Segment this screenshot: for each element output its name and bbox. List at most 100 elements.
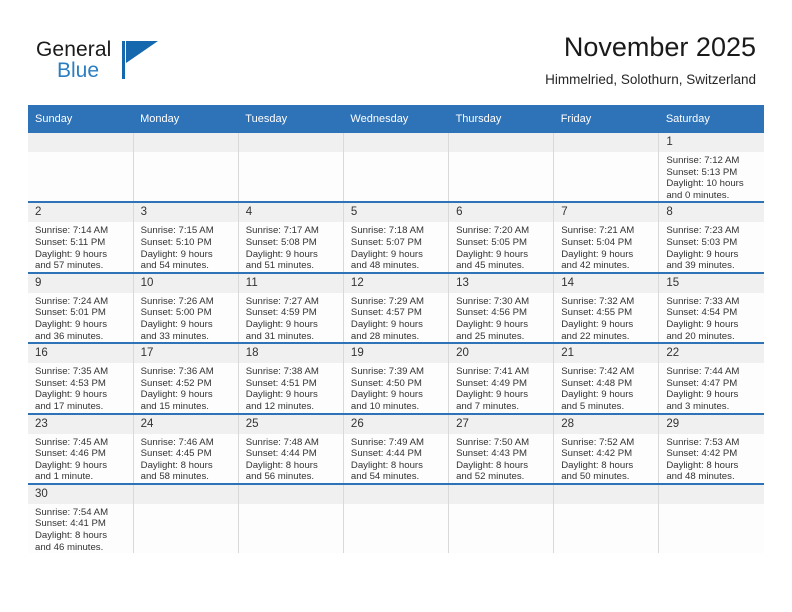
calendar-day-cell[interactable]: 2 Sunrise: 7:14 AM Sunset: 5:11 PM Daylight… xyxy=(28,202,134,274)
day-number xyxy=(28,133,133,152)
calendar-day-cell[interactable]: 30 Sunrise: 7:54 AM Sunset: 4:41 PM Dayligh… xyxy=(28,483,134,554)
sunrise-text: Sunrise: 7:44 AM xyxy=(666,366,740,378)
sunset-text: Sunset: 4:53 PM xyxy=(35,377,106,389)
daylight-text-line1: Daylight: 9 hours xyxy=(245,248,318,260)
calendar-day-cell[interactable]: 1 Sunrise: 7:12 AM Sunset: 5:13 PM Daylight… xyxy=(658,133,764,204)
daylight-text-line1: Daylight: 9 hours xyxy=(245,389,318,401)
day-number: 22 xyxy=(659,344,764,364)
title-block: November 2025 Himmelried, Solothurn, Swi… xyxy=(545,30,756,90)
calendar-day-cell[interactable]: 19 Sunrise: 7:39 AM Sunset: 4:50 PM Dayligh… xyxy=(342,343,449,415)
sunset-text: Sunset: 5:00 PM xyxy=(140,307,212,319)
daylight-text-line2: and 31 minutes. xyxy=(245,330,315,342)
calendar-day-cell-empty xyxy=(132,483,239,554)
calendar-day-cell[interactable]: 6 Sunrise: 7:20 AM Sunset: 5:05 PM Daylight… xyxy=(448,202,554,274)
calendar-day-cell[interactable]: 25 Sunrise: 7:48 AM Sunset: 4:44 PM Dayligh… xyxy=(237,413,344,485)
daylight-text-line2: and 10 minutes. xyxy=(350,400,420,412)
day-details: Sunrise: 7:52 AM Sunset: 4:42 PM Daylight:… xyxy=(554,434,658,483)
day-details: Sunrise: 7:14 AM Sunset: 5:11 PM Daylight:… xyxy=(28,222,133,271)
calendar-day-cell[interactable]: 28 Sunrise: 7:52 AM Sunset: 4:42 PM Dayligh… xyxy=(553,413,659,485)
daylight-text-line1: Daylight: 9 hours xyxy=(35,459,107,471)
calendar-day-cell[interactable]: 27 Sunrise: 7:50 AM Sunset: 4:43 PM Dayligh… xyxy=(448,413,554,485)
sunrise-text: Sunrise: 7:46 AM xyxy=(140,436,214,448)
day-number: 8 xyxy=(659,203,764,223)
calendar-day-cell[interactable]: 16 Sunrise: 7:35 AM Sunset: 4:53 PM Dayligh… xyxy=(28,343,134,415)
day-number xyxy=(343,484,449,504)
calendar-day-cell-empty xyxy=(448,483,554,554)
calendar-day-cell[interactable]: 9 Sunrise: 7:24 AM Sunset: 5:01 PM Daylight… xyxy=(28,272,134,345)
day-number xyxy=(238,484,343,504)
calendar-day-cell[interactable]: 29 Sunrise: 7:53 AM Sunset: 4:42 PM Dayligh… xyxy=(658,413,764,485)
day-details: Sunrise: 7:30 AM Sunset: 4:56 PM Daylight:… xyxy=(449,293,553,342)
sunrise-text: Sunrise: 7:20 AM xyxy=(456,225,530,237)
calendar-day-cell[interactable]: 24 Sunrise: 7:46 AM Sunset: 4:45 PM Dayligh… xyxy=(132,413,239,485)
day-number: 20 xyxy=(449,344,554,364)
sunrise-text: Sunrise: 7:30 AM xyxy=(456,295,530,307)
calendar-day-cell[interactable]: 26 Sunrise: 7:49 AM Sunset: 4:44 PM Dayligh… xyxy=(342,413,449,485)
sunset-text: Sunset: 4:50 PM xyxy=(350,377,422,389)
day-number: 1 xyxy=(659,133,764,152)
sunset-text: Sunset: 4:44 PM xyxy=(350,448,422,460)
weekday-header-friday: Friday xyxy=(553,105,659,133)
day-details: Sunrise: 7:44 AM Sunset: 4:47 PM Daylight:… xyxy=(659,363,764,412)
calendar-day-cell[interactable]: 20 Sunrise: 7:41 AM Sunset: 4:49 PM Dayligh… xyxy=(448,343,554,415)
daylight-text-line1: Daylight: 9 hours xyxy=(666,318,739,330)
day-number: 2 xyxy=(28,203,133,223)
sunset-text: Sunset: 4:41 PM xyxy=(35,518,106,530)
calendar-day-cell-empty xyxy=(28,133,134,204)
day-number: 26 xyxy=(343,414,449,434)
daylight-text-line2: and 39 minutes. xyxy=(666,260,735,272)
daylight-text-line2: and 7 minutes. xyxy=(456,400,519,412)
sunrise-text: Sunrise: 7:27 AM xyxy=(245,295,319,307)
daylight-text-line2: and 57 minutes. xyxy=(35,260,104,272)
sunset-text: Sunset: 5:13 PM xyxy=(666,166,738,178)
calendar-day-cell[interactable]: 17 Sunrise: 7:36 AM Sunset: 4:52 PM Dayligh… xyxy=(132,343,239,415)
calendar-day-cell[interactable]: 11 Sunrise: 7:27 AM Sunset: 4:59 PM Dayligh… xyxy=(237,272,344,345)
calendar-day-cell[interactable]: 7 Sunrise: 7:21 AM Sunset: 5:04 PM Daylight… xyxy=(553,202,659,274)
sunset-text: Sunset: 4:56 PM xyxy=(456,307,527,319)
calendar-body: 1 Sunrise: 7:12 AM Sunset: 5:13 PM Daylight… xyxy=(28,133,764,554)
calendar-day-cell[interactable]: 21 Sunrise: 7:42 AM Sunset: 4:48 PM Dayligh… xyxy=(553,343,659,415)
calendar-day-cell[interactable]: 3 Sunrise: 7:15 AM Sunset: 5:10 PM Daylight… xyxy=(132,202,239,274)
weekday-header-wednesday: Wednesday xyxy=(343,105,449,133)
calendar-day-cell[interactable]: 22 Sunrise: 7:44 AM Sunset: 4:47 PM Dayligh… xyxy=(658,343,764,415)
sunrise-text: Sunrise: 7:41 AM xyxy=(456,366,530,378)
daylight-text-line1: Daylight: 9 hours xyxy=(35,248,107,260)
daylight-text-line2: and 50 minutes. xyxy=(561,471,630,483)
sunset-text: Sunset: 5:11 PM xyxy=(35,236,106,248)
day-number: 11 xyxy=(238,273,343,293)
daylight-text-line1: Daylight: 9 hours xyxy=(561,389,634,401)
sunset-text: Sunset: 4:48 PM xyxy=(561,377,633,389)
sunset-text: Sunset: 4:44 PM xyxy=(245,448,317,460)
sunrise-text: Sunrise: 7:21 AM xyxy=(561,225,635,237)
day-number: 18 xyxy=(238,344,343,364)
daylight-text-line1: Daylight: 9 hours xyxy=(561,248,634,260)
sunset-text: Sunset: 4:42 PM xyxy=(666,448,738,460)
daylight-text-line1: Daylight: 9 hours xyxy=(350,318,423,330)
day-details: Sunrise: 7:50 AM Sunset: 4:43 PM Daylight:… xyxy=(449,434,553,483)
calendar-day-cell[interactable]: 15 Sunrise: 7:33 AM Sunset: 4:54 PM Dayligh… xyxy=(658,272,764,345)
calendar-day-cell[interactable]: 12 Sunrise: 7:29 AM Sunset: 4:57 PM Dayligh… xyxy=(342,272,449,345)
sunset-text: Sunset: 4:57 PM xyxy=(350,307,422,319)
daylight-text-line2: and 1 minute. xyxy=(35,471,94,483)
daylight-text-line1: Daylight: 9 hours xyxy=(666,248,739,260)
calendar-day-cell[interactable]: 8 Sunrise: 7:23 AM Sunset: 5:03 PM Daylight… xyxy=(658,202,764,274)
calendar-day-cell[interactable]: 14 Sunrise: 7:32 AM Sunset: 4:55 PM Dayligh… xyxy=(553,272,659,345)
calendar-day-cell[interactable]: 10 Sunrise: 7:26 AM Sunset: 5:00 PM Dayligh… xyxy=(132,272,239,345)
brand-logo[interactable]: General Blue xyxy=(36,38,196,90)
sunrise-text: Sunrise: 7:23 AM xyxy=(666,225,740,237)
calendar-day-cell[interactable]: 5 Sunrise: 7:18 AM Sunset: 5:07 PM Daylight… xyxy=(342,202,449,274)
sunset-text: Sunset: 4:52 PM xyxy=(140,377,212,389)
day-details: Sunrise: 7:12 AM Sunset: 5:13 PM Daylight:… xyxy=(659,152,764,201)
sunrise-text: Sunrise: 7:17 AM xyxy=(245,225,319,237)
daylight-text-line1: Daylight: 9 hours xyxy=(561,318,634,330)
calendar-day-cell[interactable]: 4 Sunrise: 7:17 AM Sunset: 5:08 PM Daylight… xyxy=(237,202,344,274)
sunrise-text: Sunrise: 7:48 AM xyxy=(245,436,319,448)
calendar-day-cell[interactable]: 23 Sunrise: 7:45 AM Sunset: 4:46 PM Dayligh… xyxy=(28,413,134,485)
daylight-text-line1: Daylight: 8 hours xyxy=(456,459,529,471)
sunrise-text: Sunrise: 7:54 AM xyxy=(35,506,109,518)
daylight-text-line2: and 25 minutes. xyxy=(456,330,525,342)
calendar-day-cell[interactable]: 13 Sunrise: 7:30 AM Sunset: 4:56 PM Dayligh… xyxy=(448,272,554,345)
calendar-day-cell[interactable]: 18 Sunrise: 7:38 AM Sunset: 4:51 PM Dayligh… xyxy=(237,343,344,415)
day-details: Sunrise: 7:49 AM Sunset: 4:44 PM Daylight:… xyxy=(344,434,448,483)
daylight-text-line2: and 15 minutes. xyxy=(140,400,209,412)
